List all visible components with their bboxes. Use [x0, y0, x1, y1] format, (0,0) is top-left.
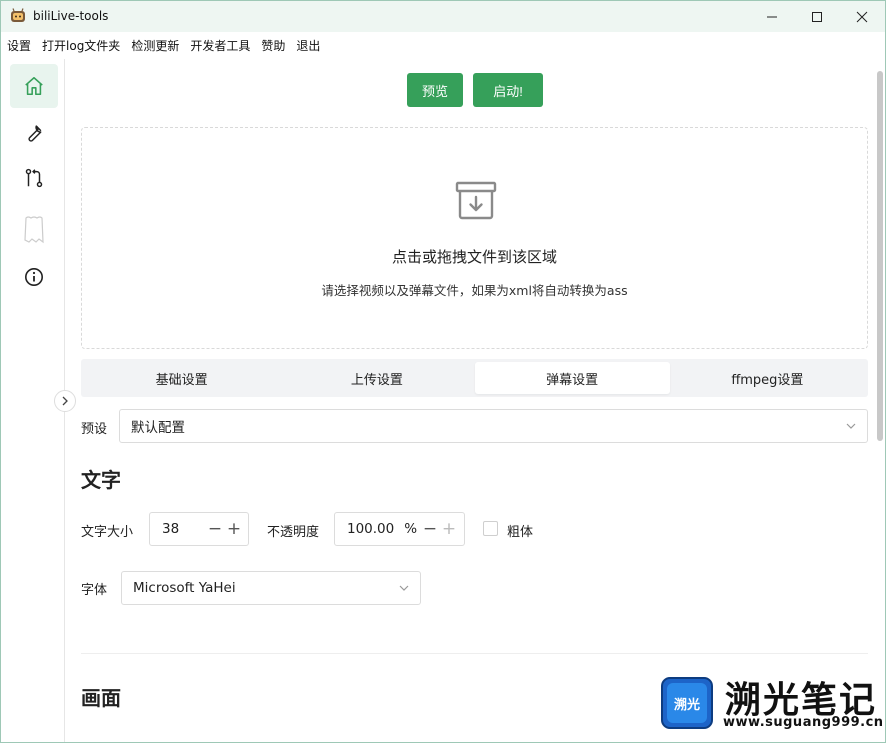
minimize-button[interactable]	[749, 1, 795, 32]
watermark-logo: 溯光	[661, 677, 713, 729]
sidebar-expand-button[interactable]	[54, 390, 76, 412]
menu-devtools[interactable]: 开发者工具	[190, 37, 250, 54]
wrench-icon	[28, 125, 42, 142]
watermark: 溯光 溯光笔记 www.suguang999.cn	[661, 671, 884, 741]
section-divider	[81, 653, 868, 654]
sidebar-item-about[interactable]	[10, 255, 58, 299]
font-family-select[interactable]: Microsoft YaHei	[121, 571, 421, 605]
maximize-button[interactable]	[794, 1, 840, 32]
watermark-logo-text: 溯光	[667, 683, 707, 723]
preset-select[interactable]: 默认配置	[119, 409, 868, 443]
menu-check-update[interactable]: 检测更新	[131, 37, 179, 54]
title-bar: biliLive-tools	[1, 1, 885, 32]
picture-section-title: 画面	[81, 686, 121, 710]
app-window: biliLive-tools 设置 打开log文件夹 检测更新 开发者工具 赞助…	[0, 0, 886, 743]
scrollbar-thumb[interactable]	[877, 71, 883, 441]
menu-settings[interactable]: 设置	[7, 37, 31, 54]
start-button[interactable]: 启动!	[473, 73, 543, 107]
menu-exit[interactable]: 退出	[296, 37, 320, 54]
app-logo-icon	[11, 8, 25, 22]
watermark-url: www.suguang999.cn	[723, 715, 884, 730]
font-family-label: 字体	[81, 583, 108, 598]
tab-upload-settings[interactable]: 上传设置	[279, 362, 474, 394]
sidebar-item-danmaku[interactable]	[10, 207, 58, 251]
archive-download-icon	[455, 181, 497, 220]
bold-checkbox[interactable]	[483, 521, 498, 536]
text-section-title: 文字	[81, 468, 121, 492]
close-button[interactable]	[839, 1, 885, 32]
dropzone-title: 点击或拖拽文件到该区域	[391, 248, 557, 266]
opacity-unit: %	[404, 521, 418, 537]
main-content: 预览 启动! 点击或拖拽文件到该区域 请选择视频以及弹幕文件，如果为xml将自动…	[66, 59, 872, 742]
font-size-stepper[interactable]: 38 − +	[149, 512, 249, 546]
ghost-icon	[24, 216, 44, 244]
file-dropzone[interactable]: 点击或拖拽文件到该区域 请选择视频以及弹幕文件，如果为xml将自动转换为ass	[81, 127, 868, 349]
chevron-right-icon	[62, 396, 68, 406]
font-size-increment-button[interactable]: +	[224, 513, 244, 545]
info-icon	[25, 268, 43, 286]
close-icon	[856, 11, 868, 22]
opacity-stepper[interactable]: 100.00 % − +	[334, 512, 465, 546]
font-family-value: Microsoft YaHei	[133, 580, 236, 596]
home-icon	[25, 76, 43, 96]
minimize-icon	[767, 16, 777, 17]
preview-button[interactable]: 预览	[407, 73, 463, 107]
chevron-down-icon	[399, 585, 409, 591]
maximize-icon	[812, 11, 822, 22]
chevron-down-icon	[846, 423, 856, 429]
menu-sponsor[interactable]: 赞助	[261, 37, 285, 54]
opacity-value: 100.00	[347, 521, 395, 537]
tab-basic-settings[interactable]: 基础设置	[84, 362, 279, 394]
opacity-label: 不透明度	[267, 525, 320, 540]
git-compare-icon	[25, 168, 43, 188]
menu-open-log-folder[interactable]: 打开log文件夹	[42, 37, 120, 54]
preset-label: 预设	[81, 422, 108, 437]
tab-ffmpeg-settings[interactable]: ffmpeg设置	[670, 362, 865, 394]
sidebar-item-tools[interactable]	[10, 111, 58, 155]
sidebar-item-home[interactable]	[10, 64, 58, 108]
preset-value: 默认配置	[131, 420, 185, 436]
menu-bar: 设置 打开log文件夹 检测更新 开发者工具 赞助 退出	[1, 32, 885, 59]
opacity-increment-button[interactable]: +	[439, 513, 459, 545]
opacity-decrement-button[interactable]: −	[420, 513, 440, 545]
font-size-value: 38	[162, 521, 180, 537]
font-size-label: 文字大小	[81, 525, 134, 540]
bold-label: 粗体	[507, 525, 534, 540]
sidebar-item-merge[interactable]	[10, 156, 58, 200]
settings-tabs: 基础设置 上传设置 弹幕设置 ffmpeg设置	[81, 359, 868, 397]
tab-danmaku-settings[interactable]: 弹幕设置	[474, 362, 670, 394]
dropzone-hint: 请选择视频以及弹幕文件，如果为xml将自动转换为ass	[321, 283, 628, 298]
font-size-decrement-button[interactable]: −	[205, 513, 225, 545]
window-title: biliLive-tools	[33, 9, 109, 23]
